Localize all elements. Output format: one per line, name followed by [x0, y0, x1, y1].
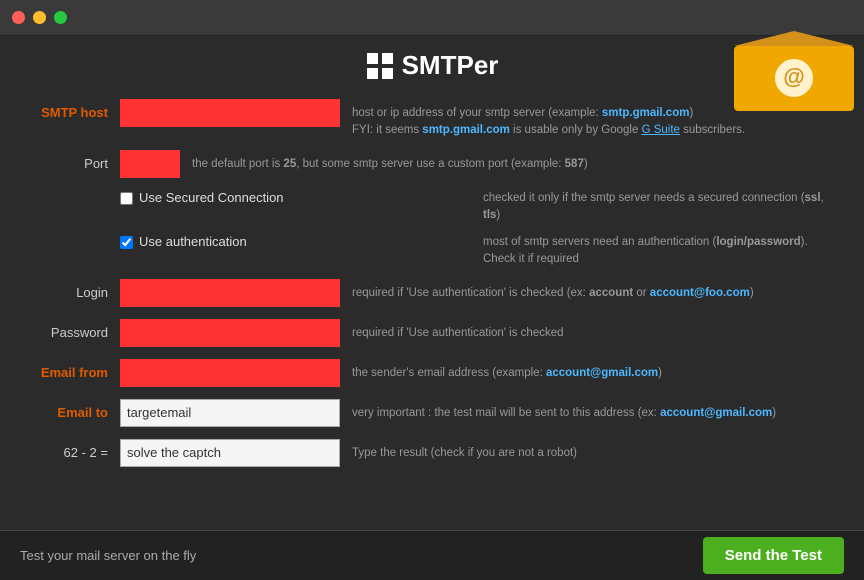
footer: Test your mail server on the fly Send th… [0, 530, 864, 580]
app-title: SMTPer [402, 50, 499, 81]
captcha-input[interactable] [120, 439, 340, 467]
password-label: Password [30, 319, 120, 340]
port-input[interactable] [120, 150, 180, 178]
send-test-button[interactable]: Send the Test [703, 537, 844, 574]
logo: SMTPer [366, 50, 499, 81]
smtp-hint-link2: smtp.gmail.com [422, 124, 510, 136]
form-container: SMTP host host or ip address of your smt… [0, 89, 864, 489]
grid-icon [366, 52, 394, 80]
envelope-icon: @ [724, 26, 864, 116]
login-label: Login [30, 279, 120, 300]
mail-icon-container: @ [724, 26, 864, 119]
secured-connection-row: Use Secured Connection checked it only i… [30, 190, 834, 225]
smtp-hint-link: smtp.gmail.com [602, 107, 690, 119]
footer-tagline: Test your mail server on the fly [20, 548, 196, 563]
smtp-host-label: SMTP host [30, 99, 120, 120]
auth-checkbox[interactable] [120, 236, 133, 249]
captcha-row: 62 - 2 = Type the result (check if you a… [30, 439, 834, 469]
maximize-button[interactable] [54, 11, 67, 24]
smtp-host-input[interactable] [120, 99, 340, 127]
email-from-hint: the sender's email address (example: acc… [352, 359, 834, 382]
port-row: Port the default port is 25, but some sm… [30, 150, 834, 180]
svg-text:@: @ [783, 64, 804, 89]
secured-inner: Use Secured Connection [120, 190, 471, 205]
email-to-label: Email to [30, 399, 120, 420]
captcha-hint: Type the result (check if you are not a … [352, 439, 834, 462]
secured-hint: checked it only if the smtp server needs… [483, 190, 834, 225]
secured-label: Use Secured Connection [139, 190, 284, 205]
auth-label: Use authentication [139, 234, 247, 249]
port-label: Port [30, 150, 120, 171]
email-to-row: Email to very important : the test mail … [30, 399, 834, 429]
email-from-label: Email from [30, 359, 120, 380]
login-input[interactable] [120, 279, 340, 307]
email-to-hint: very important : the test mail will be s… [352, 399, 834, 422]
email-to-input[interactable] [120, 399, 340, 427]
login-row: Login required if 'Use authentication' i… [30, 279, 834, 309]
email-from-row: Email from the sender's email address (e… [30, 359, 834, 389]
login-hint-link: account@foo.com [650, 287, 750, 299]
login-hint: required if 'Use authentication' is chec… [352, 279, 834, 302]
captcha-label: 62 - 2 = [30, 439, 120, 460]
close-button[interactable] [12, 11, 25, 24]
gsuite-link[interactable]: G Suite [642, 124, 680, 136]
minimize-button[interactable] [33, 11, 46, 24]
smtp-host-row: SMTP host host or ip address of your smt… [30, 99, 834, 140]
password-row: Password required if 'Use authentication… [30, 319, 834, 349]
email-to-hint-link: account@gmail.com [660, 407, 772, 419]
password-hint: required if 'Use authentication' is chec… [352, 319, 834, 342]
secured-checkbox[interactable] [120, 192, 133, 205]
auth-inner: Use authentication [120, 234, 471, 249]
auth-hint: most of smtp servers need an authenticat… [483, 234, 834, 269]
email-from-hint-link: account@gmail.com [546, 367, 658, 379]
header: SMTPer @ [0, 36, 864, 89]
email-from-input[interactable] [120, 359, 340, 387]
password-input[interactable] [120, 319, 340, 347]
port-hint: the default port is 25, but some smtp se… [192, 150, 834, 173]
auth-row: Use authentication most of smtp servers … [30, 234, 834, 269]
